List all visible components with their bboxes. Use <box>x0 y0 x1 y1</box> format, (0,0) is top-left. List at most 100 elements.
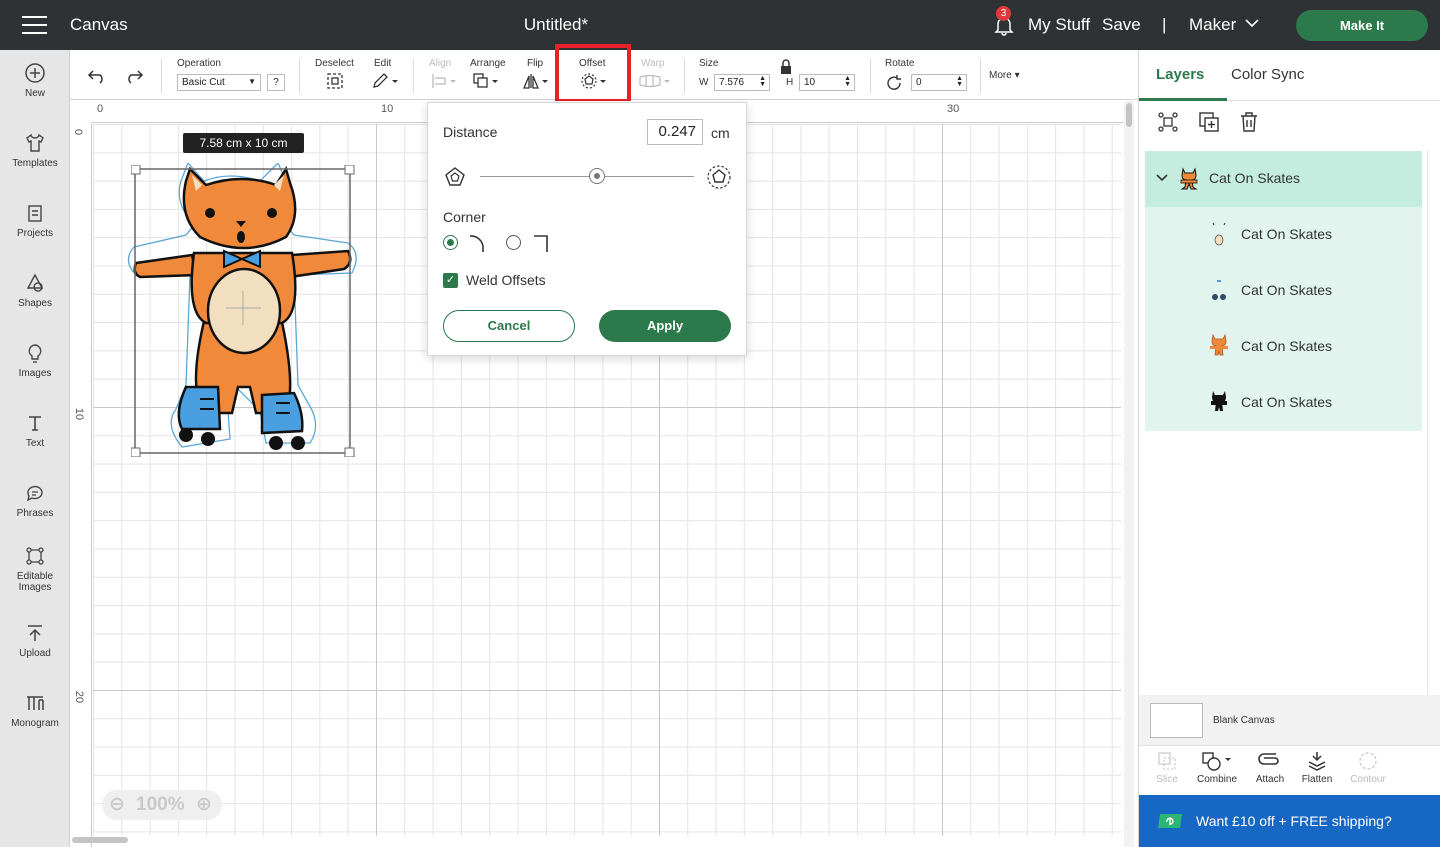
pencil-icon[interactable] <box>371 72 399 90</box>
duplicate-icon[interactable] <box>1198 111 1220 133</box>
tab-color-sync[interactable]: Color Sync <box>1231 66 1304 83</box>
layer-item[interactable]: Cat On Skates <box>1145 263 1422 319</box>
layer-item[interactable]: Cat On Skates <box>1145 319 1422 375</box>
sidebar-label: Projects <box>16 228 54 239</box>
make-it-button[interactable]: Make It <box>1296 10 1428 41</box>
promo-banner[interactable]: Want £10 off + FREE shipping? <box>1139 795 1440 847</box>
zoom-control[interactable]: ⊖ 100% ⊕ <box>102 790 222 820</box>
contour-label: Contour <box>1350 774 1386 785</box>
distance-slider-knob[interactable] <box>589 168 605 184</box>
operation-select[interactable]: Basic Cut ▼ <box>177 74 261 91</box>
contour-icon <box>1359 752 1377 770</box>
toolbar-divider <box>413 58 414 94</box>
layer-group[interactable]: Cat On Skates Cat On Skates Cat On Skate… <box>1145 151 1422 431</box>
deselect-icon[interactable] <box>326 72 344 90</box>
operation-help-button[interactable]: ? <box>267 74 285 91</box>
deselect-label: Deselect <box>315 58 354 69</box>
group-icon[interactable] <box>1157 111 1179 133</box>
resize-handle <box>344 165 355 175</box>
sidebar-item-editable-images[interactable]: Editable Images <box>0 545 70 593</box>
contour-button[interactable]: Contour <box>1340 750 1396 785</box>
warp-icon[interactable] <box>638 72 672 90</box>
height-input[interactable]: 10 ▲ ▼ <box>799 74 855 91</box>
sidebar-item-upload[interactable]: Upload <box>0 622 70 659</box>
blank-canvas-swatch[interactable] <box>1150 703 1203 738</box>
combine-button[interactable]: Combine <box>1189 750 1245 785</box>
arrange-label: Arrange <box>470 58 506 69</box>
undo-icon[interactable] <box>87 68 107 84</box>
tab-layers[interactable]: Layers <box>1156 66 1204 83</box>
sidebar-item-templates[interactable]: Templates <box>0 132 70 169</box>
sidebar-label: Upload <box>19 648 51 659</box>
toolbar-divider <box>299 58 300 94</box>
vertical-scrollbar[interactable] <box>1124 101 1134 847</box>
sidebar-item-phrases[interactable]: Phrases <box>0 482 70 519</box>
active-tab-indicator <box>1139 98 1227 101</box>
width-input[interactable]: 7.576 ▲ ▼ <box>714 74 770 91</box>
redo-icon[interactable] <box>124 68 144 84</box>
lock-icon[interactable] <box>778 59 794 75</box>
layer-thumbnail-icon <box>1210 333 1228 356</box>
trash-icon[interactable] <box>1238 111 1260 133</box>
grid-major-line <box>942 124 943 836</box>
offset-popup: Distance 0.247 cm Corner ✓ Weld Offsets … <box>427 102 747 356</box>
toolbar-divider <box>870 58 871 94</box>
blank-canvas-row[interactable]: Blank Canvas <box>1139 695 1440 745</box>
sidebar-item-images[interactable]: Images <box>0 342 70 379</box>
chevron-down-icon[interactable] <box>1156 173 1168 183</box>
corner-square-radio[interactable] <box>506 235 521 250</box>
inset-icon[interactable] <box>444 166 466 188</box>
ruler-number: 30 <box>947 103 960 115</box>
rotate-input[interactable]: 0 ▲ ▼ <box>911 74 967 91</box>
chevron-down-icon[interactable] <box>1245 18 1259 28</box>
layer-item[interactable]: Cat On Skates <box>1145 375 1422 431</box>
edit-label: Edit <box>374 58 392 69</box>
sidebar-item-shapes[interactable]: Shapes <box>0 272 70 309</box>
distance-input[interactable]: 0.247 <box>647 119 703 145</box>
height-value: 10 <box>804 77 816 88</box>
zoom-in-icon[interactable]: ⊕ <box>196 793 212 816</box>
vertical-scroll-thumb[interactable] <box>1126 103 1132 127</box>
sidebar-item-new[interactable]: New <box>0 62 70 99</box>
more-label: More <box>989 70 1012 81</box>
distance-slider-track[interactable] <box>480 176 694 177</box>
stepper-icon[interactable]: ▲ ▼ <box>956 75 963 88</box>
apply-button[interactable]: Apply <box>599 310 731 342</box>
text-icon <box>29 416 41 431</box>
sidebar-item-text[interactable]: Text <box>0 412 70 449</box>
sidebar-label: Shapes <box>18 298 52 309</box>
weld-offsets-checkbox[interactable]: ✓ <box>443 273 458 288</box>
distance-label: Distance <box>443 124 498 140</box>
stepper-icon[interactable]: ▲ ▼ <box>759 75 766 88</box>
cancel-button[interactable]: Cancel <box>443 310 575 342</box>
stepper-icon[interactable]: ▲ ▼ <box>844 75 851 88</box>
save-link[interactable]: Save <box>1102 15 1141 35</box>
weld-offsets-label: Weld Offsets <box>466 272 546 288</box>
align-icon[interactable] <box>431 72 457 90</box>
toolbar-divider <box>161 58 162 94</box>
more-menu[interactable]: More ▾ <box>989 70 1020 81</box>
align-label: Align <box>429 58 452 69</box>
machine-select[interactable]: Maker <box>1189 15 1236 35</box>
sidebar-item-monogram[interactable]: Monogram <box>0 692 70 729</box>
ruler-number: 10 <box>73 407 86 421</box>
arrange-icon[interactable] <box>472 72 500 90</box>
sidebar-item-projects[interactable]: Projects <box>0 202 70 239</box>
flip-icon[interactable] <box>522 72 550 90</box>
flatten-button[interactable]: Flatten <box>1289 750 1345 785</box>
corner-rounded-radio[interactable] <box>443 235 458 250</box>
zoom-out-icon[interactable]: ⊖ <box>109 793 125 816</box>
document-title[interactable]: Untitled* <box>0 15 1112 35</box>
zoom-level: 100% <box>136 794 185 815</box>
my-stuff-link[interactable]: My Stuff <box>1028 15 1090 35</box>
resize-handle <box>131 165 141 175</box>
rotate-icon[interactable] <box>885 74 903 92</box>
promo-text: Want £10 off + FREE shipping? <box>1196 813 1392 829</box>
horizontal-scroll-thumb[interactable] <box>72 837 128 843</box>
outset-icon[interactable] <box>706 164 732 190</box>
combine-label: Combine <box>1196 774 1238 785</box>
selection-box[interactable] <box>131 165 365 457</box>
slice-button[interactable]: Slice <box>1139 750 1195 785</box>
layer-item[interactable]: Cat On Skates <box>1145 207 1422 263</box>
layer-group-header[interactable]: Cat On Skates <box>1145 151 1422 207</box>
